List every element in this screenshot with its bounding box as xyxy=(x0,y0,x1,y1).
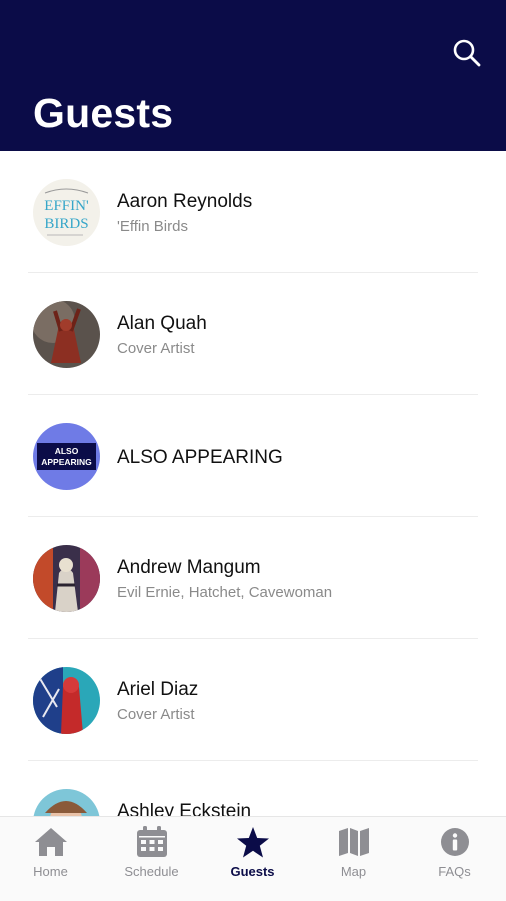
tab-label: FAQs xyxy=(438,864,471,879)
map-icon xyxy=(338,828,369,856)
tab-label: Map xyxy=(340,864,367,879)
guest-subtitle: Evil Ernie, Hatchet, Cavewoman xyxy=(117,584,333,601)
avatar xyxy=(33,301,100,368)
guest-name: Aaron Reynolds xyxy=(117,191,253,212)
guest-row-alan-quah[interactable]: Alan Quah Cover Artist xyxy=(28,273,478,395)
guest-row-andrew-mangum[interactable]: Andrew Mangum Evil Ernie, Hatchet, Cavew… xyxy=(28,517,478,639)
tab-home[interactable]: Home xyxy=(0,817,101,901)
search-button[interactable] xyxy=(450,36,484,70)
tab-label: Guests xyxy=(230,864,275,879)
guest-subtitle: Cover Artist xyxy=(117,706,195,723)
search-icon xyxy=(453,39,481,67)
guest-name: ALSO APPEARING xyxy=(117,447,283,468)
home-icon xyxy=(34,828,67,856)
avatar: EFFIN' BIRDS xyxy=(33,179,100,246)
guest-name: Ariel Diaz xyxy=(117,679,199,700)
svg-text:BIRDS: BIRDS xyxy=(44,216,88,232)
guest-name: Alan Quah xyxy=(117,313,207,334)
avatar xyxy=(33,545,100,612)
star-icon xyxy=(236,826,269,857)
svg-text:EFFIN': EFFIN' xyxy=(44,198,89,214)
avatar xyxy=(33,667,100,734)
page-title: Guests xyxy=(33,90,174,136)
guest-subtitle: 'Effin Birds xyxy=(117,218,188,235)
tab-schedule[interactable]: Schedule xyxy=(101,817,202,901)
tab-map[interactable]: Map xyxy=(303,817,404,901)
avatar: ALSO APPEARING xyxy=(33,423,100,490)
calendar-icon xyxy=(136,826,167,857)
guest-row-also-appearing[interactable]: ALSO APPEARING ALSO APPEARING xyxy=(28,395,478,517)
guest-row-ashley-eckstein[interactable]: Ashley Eckstein xyxy=(28,761,478,816)
svg-text:ALSO: ALSO xyxy=(55,446,79,456)
tab-label: Home xyxy=(33,864,68,879)
avatar xyxy=(33,789,100,816)
guest-name: Andrew Mangum xyxy=(117,557,261,578)
tab-guests[interactable]: Guests xyxy=(202,817,303,901)
guest-name: Ashley Eckstein xyxy=(117,801,252,816)
svg-text:APPEARING: APPEARING xyxy=(41,457,92,467)
tab-label: Schedule xyxy=(124,864,179,879)
header-bar: Guests xyxy=(0,0,506,151)
guest-subtitle: Cover Artist xyxy=(117,340,195,357)
bottom-tab-bar: Home Schedule Guests Map FAQs xyxy=(0,816,506,901)
guest-row-ariel-diaz[interactable]: Ariel Diaz Cover Artist xyxy=(28,639,478,761)
tab-faqs[interactable]: FAQs xyxy=(404,817,505,901)
guest-list[interactable]: EFFIN' BIRDS Aaron Reynolds 'Effin Birds… xyxy=(0,151,506,816)
info-icon xyxy=(440,828,469,856)
guest-row-aaron-reynolds[interactable]: EFFIN' BIRDS Aaron Reynolds 'Effin Birds xyxy=(28,151,478,273)
